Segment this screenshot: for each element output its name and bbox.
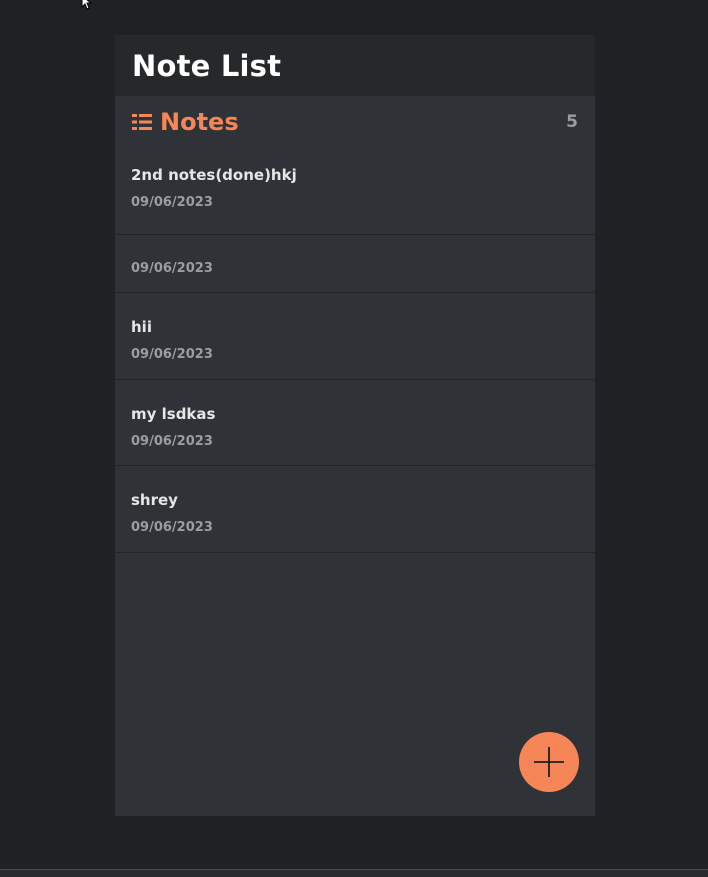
note-date: 09/06/2023 bbox=[131, 347, 213, 362]
note-list-item[interactable]: shrey 09/06/2023 bbox=[115, 466, 595, 553]
note-title: my lsdkas bbox=[131, 405, 216, 423]
note-list-item[interactable]: my lsdkas 09/06/2023 bbox=[115, 380, 595, 466]
notes-count-badge: 5 bbox=[566, 112, 578, 132]
note-date: 09/06/2023 bbox=[131, 261, 213, 276]
note-list-item[interactable]: hii 09/06/2023 bbox=[115, 293, 595, 380]
note-list: 2nd notes(done)hkj 09/06/2023 09/06/2023… bbox=[115, 148, 595, 553]
notes-title: Notes bbox=[160, 108, 239, 136]
note-title: 2nd notes(done)hkj bbox=[131, 166, 297, 184]
note-title bbox=[131, 235, 579, 259]
note-list-item[interactable]: 2nd notes(done)hkj 09/06/2023 bbox=[115, 148, 595, 235]
notes-header: Notes 5 bbox=[115, 96, 595, 148]
note-date: 09/06/2023 bbox=[131, 520, 213, 535]
plus-icon bbox=[534, 747, 564, 777]
notes-heading: Notes bbox=[132, 108, 239, 136]
app-header: Note List bbox=[115, 35, 595, 96]
note-date: 09/06/2023 bbox=[131, 434, 213, 449]
note-title: hii bbox=[131, 318, 152, 336]
note-app: Note List Notes 5 2nd notes(done)hkj 09/… bbox=[115, 35, 595, 816]
page: Note List Notes 5 2nd notes(done)hkj 09/… bbox=[0, 0, 708, 877]
app-title: Note List bbox=[132, 48, 282, 83]
list-icon bbox=[132, 114, 152, 130]
note-list-item[interactable]: 09/06/2023 bbox=[115, 235, 595, 293]
note-date: 09/06/2023 bbox=[131, 195, 213, 210]
add-note-button[interactable] bbox=[519, 732, 579, 792]
note-title: shrey bbox=[131, 491, 178, 509]
bottom-bar bbox=[0, 869, 708, 877]
mouse-cursor-icon bbox=[81, 0, 93, 10]
